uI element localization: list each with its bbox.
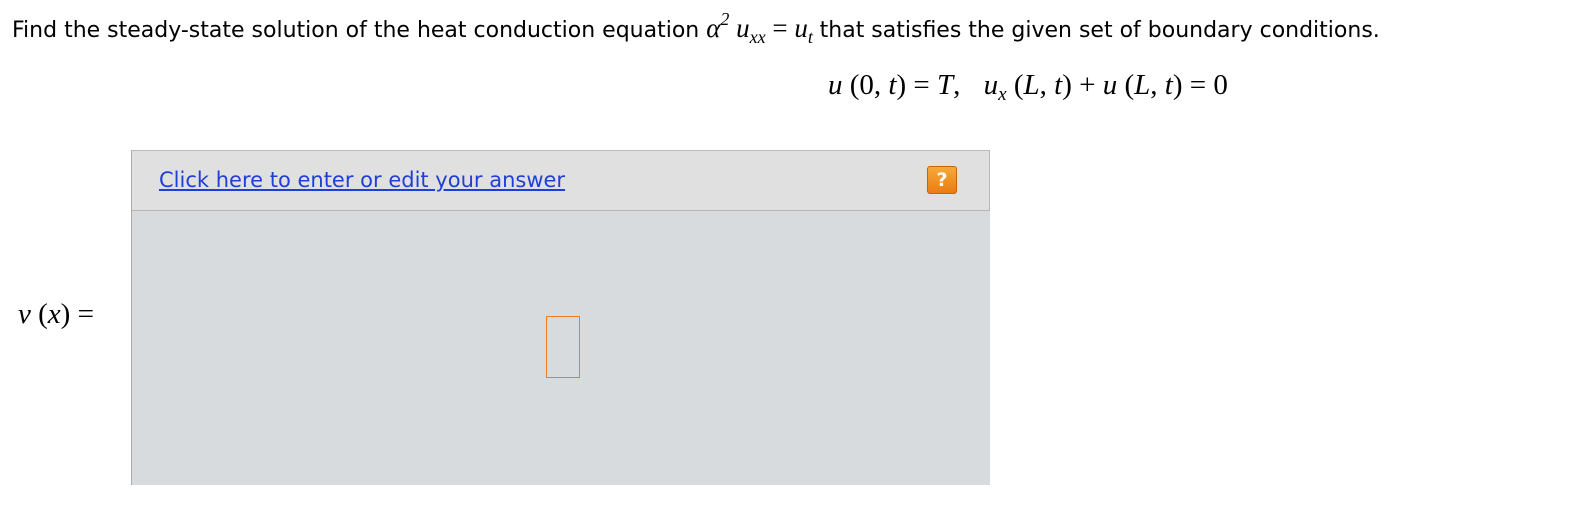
u-subscript: xx [749, 27, 766, 47]
boundary-term-14: u [1102, 69, 1118, 101]
boundary-term-10: L [1023, 69, 1040, 101]
boundary-term-4: ) = [896, 69, 937, 101]
help-icon[interactable]: ? [927, 166, 957, 194]
lhs-close-equals: ) = [60, 298, 94, 330]
boundary-term-13: ) + [1062, 69, 1103, 101]
u-main: u [736, 13, 750, 43]
lhs-open: ( [38, 298, 48, 330]
boundary-term-11: , [1039, 69, 1055, 101]
lhs-x: x [47, 298, 61, 330]
boundary-term-17: , [1150, 69, 1165, 101]
boundary-term-9: ( [1013, 69, 1024, 101]
rhs-subscript: t [807, 27, 813, 47]
equation-equals: = [772, 13, 788, 43]
question-prefix: Find the steady-state solution of the he… [12, 18, 707, 43]
boundary-term-6: , [953, 69, 961, 101]
lhs-v: v [18, 298, 31, 330]
boundary-term-7: u [983, 69, 999, 101]
boundary-conditions: u (0, t) = T, ux (L, t) + u (L, t) = 0 [828, 63, 1228, 107]
question-text: Find the steady-state solution of the he… [12, 6, 1582, 53]
answer-input-placeholder[interactable] [546, 316, 580, 378]
answer-box[interactable]: Click here to enter or edit your answer … [131, 150, 990, 485]
boundary-term-19: ) = 0 [1172, 69, 1228, 101]
alpha-symbol: α [706, 13, 721, 43]
boundary-term-8: x [998, 84, 1007, 105]
rhs-main: u [794, 13, 808, 43]
boundary-term-5: T [937, 69, 954, 101]
boundary-term-15: ( [1124, 69, 1135, 101]
boundary-term-1: u [828, 69, 843, 101]
boundary-term-16: L [1134, 69, 1151, 101]
question-suffix: that satisfies the given set of boundary… [819, 18, 1380, 43]
alpha-power: 2 [720, 9, 730, 29]
edit-answer-link[interactable]: Click here to enter or edit your answer [159, 166, 565, 194]
boundary-term-12: t [1054, 69, 1063, 101]
answer-header: Click here to enter or edit your answer … [132, 151, 990, 211]
heat-equation: α2 uxx = ut [706, 10, 819, 46]
answer-lhs: v (x) = [18, 294, 94, 334]
boundary-term-18: t [1164, 69, 1173, 101]
boundary-term-2: (0, [849, 69, 889, 101]
